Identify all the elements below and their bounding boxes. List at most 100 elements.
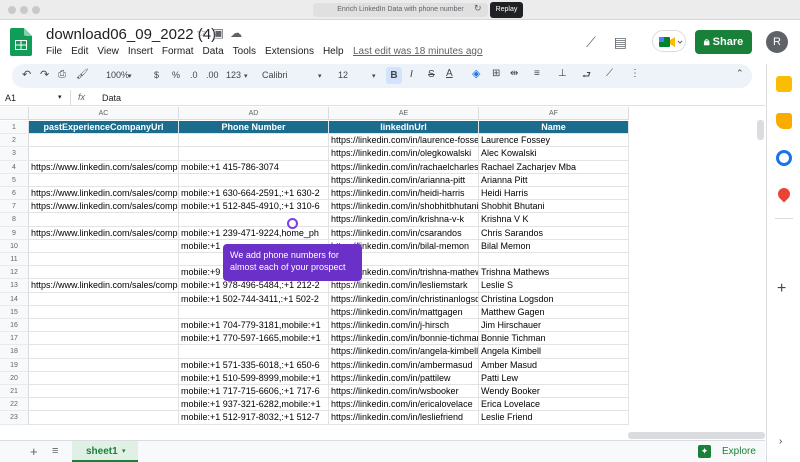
account-avatar[interactable]: R [766, 31, 788, 53]
table-cell[interactable]: https://linkedin.com/in/krishna-v-k [329, 213, 479, 227]
table-cell[interactable]: https://linkedin.com/in/arianna-pitt [329, 173, 479, 187]
table-cell[interactable]: Angela Kimbell [479, 345, 629, 359]
table-cell[interactable]: Matthew Gagen [479, 305, 629, 319]
row-header[interactable]: 4 [0, 160, 29, 174]
window-zoom-dot[interactable] [32, 6, 40, 14]
sheets-logo-icon[interactable] [10, 28, 32, 56]
decrease-decimal-button[interactable]: .0 [190, 70, 198, 80]
table-cell[interactable]: mobile:+1 512-845-4910,:+1 310-6 [179, 200, 329, 214]
menu-tools[interactable]: Tools [233, 46, 256, 57]
table-cell[interactable]: https://linkedin.com/in/bonnie-tichman [329, 332, 479, 346]
chevron-down-icon[interactable]: ▾ [122, 447, 126, 455]
table-cell[interactable] [29, 253, 179, 267]
table-cell[interactable]: Shobhit Bhutani [479, 200, 629, 214]
add-addon-icon[interactable]: + [777, 280, 786, 298]
table-cell[interactable]: mobile:+1 510-599-8999,mobile:+1 [179, 371, 329, 385]
table-cell[interactable] [479, 253, 629, 267]
menu-extensions[interactable]: Extensions [265, 46, 314, 57]
row-header[interactable]: 14 [0, 292, 29, 306]
window-minimize-dot[interactable] [20, 6, 28, 14]
menu-data[interactable]: Data [203, 46, 224, 57]
row-header[interactable]: 22 [0, 398, 29, 412]
chevron-down-icon[interactable]: ▾ [58, 93, 62, 101]
text-wrap-icon[interactable]: ⮐ [582, 68, 591, 85]
table-cell[interactable]: https://www.linkedin.com/sales/company [29, 160, 179, 174]
table-cell[interactable]: Erica Lovelace [479, 398, 629, 412]
fill-color-icon[interactable]: ◈ [472, 67, 480, 80]
increase-decimal-button[interactable]: .00 [206, 70, 219, 80]
table-cell[interactable]: Arianna Pitt [479, 173, 629, 187]
merge-cells-icon[interactable]: ⇹ [510, 68, 518, 79]
table-cell[interactable]: mobile:+1 937-321-6282,mobile:+1 [179, 398, 329, 412]
row-header[interactable]: 20 [0, 371, 29, 385]
reload-icon[interactable]: ↻ [474, 3, 482, 14]
horizontal-scrollbar[interactable] [628, 432, 765, 439]
replay-button[interactable]: Replay [490, 2, 523, 18]
table-cell[interactable]: Wendy Booker [479, 385, 629, 399]
table-cell[interactable] [179, 213, 329, 227]
row-header[interactable]: 21 [0, 385, 29, 399]
formula-input[interactable]: Data [102, 93, 121, 103]
table-cell[interactable]: mobile:+1 717-715-6606,:+1 717-6 [179, 385, 329, 399]
table-cell[interactable]: https://linkedin.com/in/mattgagen [329, 305, 479, 319]
menu-view[interactable]: View [97, 46, 119, 57]
table-cell[interactable]: https://linkedin.com/in/j-hirsch [329, 319, 479, 333]
document-title[interactable]: download06_09_2022 (4) [46, 26, 216, 43]
table-cell[interactable]: Leslie S [479, 279, 629, 293]
chevron-down-icon[interactable]: ▾ [318, 72, 322, 80]
column-title-cell[interactable]: Phone Number [179, 121, 329, 135]
table-cell[interactable] [29, 173, 179, 187]
hide-side-panel-icon[interactable]: › [779, 436, 782, 447]
table-cell[interactable]: https://linkedin.com/in/rachaelcharles [329, 160, 479, 174]
more-options-icon[interactable]: ⋮ [630, 68, 640, 79]
name-box[interactable]: A1 [5, 93, 16, 103]
table-cell[interactable]: Heidi Harris [479, 187, 629, 201]
table-cell[interactable]: https://www.linkedin.com/sales/company [29, 187, 179, 201]
row-header[interactable]: 1 [0, 121, 29, 135]
sheet-tab-sheet1[interactable]: sheet1 ▾ [72, 441, 138, 462]
table-cell[interactable]: https://www.linkedin.com/sales/company [29, 279, 179, 293]
table-cell[interactable]: mobile:+1 571-335-6018,:+1 650-6 [179, 358, 329, 372]
row-header[interactable]: 13 [0, 279, 29, 293]
column-title-cell[interactable]: linkedInUrl [329, 121, 479, 135]
table-cell[interactable]: https://linkedin.com/in/ericalovelace [329, 398, 479, 412]
redo-icon[interactable]: ↷ [40, 68, 49, 81]
all-sheets-button[interactable]: ≡ [52, 445, 58, 457]
table-cell[interactable]: mobile:+1 704-779-3181,mobile:+1 [179, 319, 329, 333]
table-cell[interactable]: https://linkedin.com/in/lesliemstark [329, 279, 479, 293]
row-header[interactable]: 2 [0, 134, 29, 148]
spreadsheet-grid[interactable]: AC AD AE AF 1 pastExperienceCompanyUrl Pho… [0, 107, 765, 431]
chevron-down-icon[interactable]: ▾ [128, 72, 132, 80]
font-size-select[interactable]: 12 [338, 70, 348, 80]
table-cell[interactable]: https://linkedin.com/in/laurence-fossey [329, 134, 479, 148]
menu-edit[interactable]: Edit [71, 46, 88, 57]
table-cell[interactable] [29, 398, 179, 412]
table-cell[interactable] [29, 134, 179, 148]
table-cell[interactable] [29, 345, 179, 359]
row-header[interactable]: 19 [0, 358, 29, 372]
row-header[interactable]: 12 [0, 266, 29, 280]
table-cell[interactable] [29, 358, 179, 372]
table-cell[interactable]: mobile:+1 630-664-2591,:+1 630-2 [179, 187, 329, 201]
row-header[interactable]: 5 [0, 173, 29, 187]
collapse-toolbar-icon[interactable]: ⌃ [736, 68, 744, 79]
menu-insert[interactable]: Insert [128, 46, 153, 57]
table-cell[interactable]: Rachael Zacharjev Mba [479, 160, 629, 174]
table-cell[interactable] [29, 292, 179, 306]
table-cell[interactable] [179, 345, 329, 359]
chevron-down-icon[interactable]: ▾ [372, 72, 376, 80]
table-cell[interactable]: https://linkedin.com/in/heidi-harris [329, 187, 479, 201]
row-header[interactable]: 23 [0, 411, 29, 425]
row-header[interactable]: 17 [0, 332, 29, 346]
table-cell[interactable]: Alec Kowalski [479, 147, 629, 161]
calendar-icon[interactable] [776, 76, 792, 92]
row-header[interactable]: 7 [0, 200, 29, 214]
table-cell[interactable] [29, 305, 179, 319]
table-cell[interactable]: mobile:+1 512-917-8032,:+1 512-7 [179, 411, 329, 425]
table-cell[interactable]: https://linkedin.com/in/ambermasud [329, 358, 479, 372]
paint-format-icon[interactable]: 🖌︎ [76, 69, 89, 80]
table-cell[interactable]: https://www.linkedin.com/sales/company [29, 226, 179, 240]
zoom-select[interactable]: 100% [106, 70, 129, 80]
table-cell[interactable]: Jim Hirschauer [479, 319, 629, 333]
menu-file[interactable]: File [46, 46, 62, 57]
